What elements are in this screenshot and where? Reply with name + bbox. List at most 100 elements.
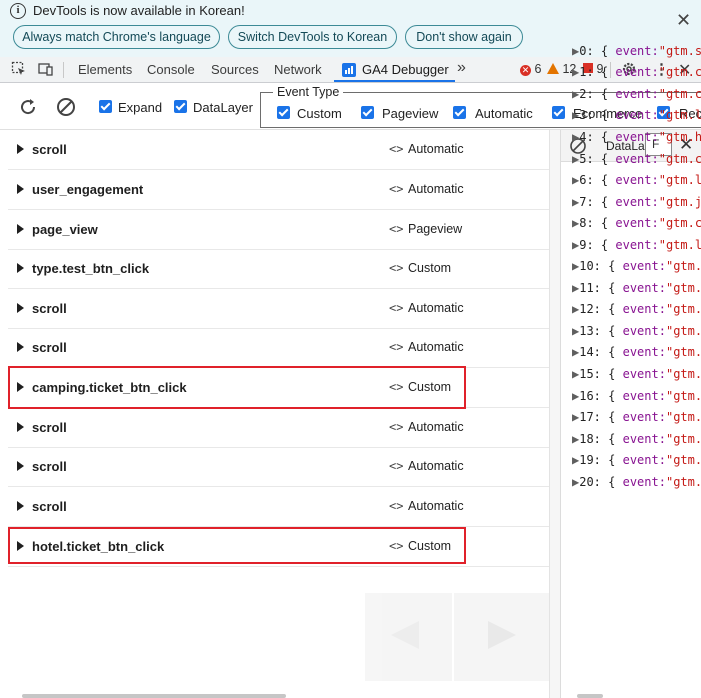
pageview-checkbox[interactable]	[361, 106, 374, 119]
entry-key: event:	[615, 108, 659, 122]
datalayer-entry[interactable]: ▶0: { event:"gtm.s	[572, 44, 701, 58]
entry-value: "gtm.c	[658, 152, 701, 166]
datalayer-entry[interactable]: ▶20: { event:"gtm.	[572, 475, 701, 489]
datalayer-entry[interactable]: ▶5: { event:"gtm.c	[572, 152, 701, 166]
tab-sources[interactable]: Sources	[211, 62, 259, 77]
event-row[interactable]: scroll <> Automatic	[8, 130, 549, 170]
code-icon[interactable]: <>	[389, 261, 403, 275]
ecommerce-checkbox[interactable]	[552, 106, 565, 119]
datalayer-entry[interactable]: ▶18: { event:"gtm.	[572, 432, 701, 446]
entry-value: "gtm.s	[658, 44, 701, 58]
datalayer-hscrollbar[interactable]	[577, 694, 603, 698]
code-icon[interactable]: <>	[389, 459, 403, 473]
datalayer-entry[interactable]: ▶14: { event:"gtm.	[572, 345, 701, 359]
next-arrow-icon	[488, 621, 516, 649]
datalayer-checkbox[interactable]	[174, 100, 187, 113]
event-row[interactable]: page_view <> Pageview	[8, 210, 549, 250]
event-row[interactable]: scroll <> Automatic	[8, 447, 549, 487]
event-row[interactable]: type.test_btn_click <> Custom	[8, 249, 549, 289]
vertical-scrollbar[interactable]	[549, 130, 560, 698]
datalayer-entry[interactable]: ▶15: { event:"gtm.	[572, 367, 701, 381]
event-name: type.test_btn_click	[32, 261, 150, 276]
entry-index: 12:	[579, 302, 601, 316]
expand-checkbox[interactable]	[99, 100, 112, 113]
datalayer-entry[interactable]: ▶7: { event:"gtm.j	[572, 195, 701, 209]
datalayer-entry[interactable]: ▶2: { event:"gtm.c	[572, 87, 701, 101]
datalayer-entry[interactable]: ▶4: { event:"gtm.h	[572, 130, 701, 144]
entry-index: 6:	[579, 173, 594, 187]
event-row[interactable]: scroll <> Automatic	[8, 328, 549, 368]
code-icon[interactable]: <>	[389, 182, 403, 196]
datalayer-entry[interactable]: ▶10: { event:"gtm.	[572, 259, 701, 273]
event-type-legend: Event Type	[273, 85, 344, 99]
datalayer-entry[interactable]: ▶9: { event:"gtm.l	[572, 238, 701, 252]
warning-icon	[547, 63, 559, 74]
match-language-button[interactable]: Always match Chrome's language	[13, 25, 220, 49]
datalayer-entry[interactable]: ▶8: { event:"gtm.c	[572, 216, 701, 230]
entry-value: "gtm.l	[658, 238, 701, 252]
more-tabs-icon[interactable]: »	[457, 59, 466, 77]
expand-arrow-icon[interactable]	[17, 501, 24, 511]
reload-icon[interactable]	[18, 97, 38, 117]
code-icon[interactable]: <>	[389, 420, 403, 434]
datalayer-entry[interactable]: ▶19: { event:"gtm.	[572, 453, 701, 467]
entry-index: 20:	[579, 475, 601, 489]
tab-ga4-debugger[interactable]: GA4 Debugger	[362, 62, 449, 77]
event-row[interactable]: scroll <> Automatic	[8, 487, 549, 527]
tab-network[interactable]: Network	[274, 62, 322, 77]
entry-index: 2:	[579, 87, 594, 101]
datalayer-entry[interactable]: ▶12: { event:"gtm.	[572, 302, 701, 316]
expand-arrow-icon[interactable]	[17, 422, 24, 432]
event-row[interactable]: scroll <> Automatic	[8, 408, 549, 448]
entry-key: event:	[615, 195, 659, 209]
datalayer-entry[interactable]: ▶1: { event:"gtm.c	[572, 65, 701, 79]
tab-elements[interactable]: Elements	[78, 62, 132, 77]
entry-value: "gtm.	[665, 367, 701, 381]
code-icon[interactable]: <>	[389, 499, 403, 513]
error-count[interactable]: ✕ 6	[520, 62, 541, 76]
code-icon[interactable]: <>	[389, 142, 403, 156]
event-name: user_engagement	[32, 182, 144, 197]
switch-korean-button[interactable]: Switch DevTools to Korean	[228, 25, 397, 49]
device-toolbar-icon[interactable]	[38, 61, 54, 77]
datalayer-entry[interactable]: ▶6: { event:"gtm.l	[572, 173, 701, 187]
code-icon[interactable]: <>	[389, 340, 403, 354]
custom-checkbox[interactable]	[277, 106, 290, 119]
entry-key: event:	[615, 130, 659, 144]
clear-icon[interactable]	[56, 97, 76, 117]
datalayer-entry[interactable]: ▶16: { event:"gtm.	[572, 389, 701, 403]
entry-index: 0:	[579, 44, 594, 58]
expand-arrow-icon[interactable]	[17, 144, 24, 154]
tab-console[interactable]: Console	[147, 62, 195, 77]
dont-show-again-button[interactable]: Don't show again	[405, 25, 523, 49]
infobar-close-icon[interactable]: ✕	[676, 11, 691, 29]
expand-arrow-icon[interactable]	[17, 184, 24, 194]
entry-key: event:	[615, 152, 659, 166]
datalayer-entry[interactable]: ▶13: { event:"gtm.	[572, 324, 701, 338]
expand-arrow-icon[interactable]	[17, 342, 24, 352]
event-row[interactable]: scroll <> Automatic	[8, 289, 549, 329]
entry-key: event:	[622, 302, 666, 316]
inspect-element-icon[interactable]	[11, 61, 27, 77]
code-icon[interactable]: <>	[389, 301, 403, 315]
entry-value: "gtm.	[665, 259, 701, 273]
event-row[interactable]: user_engagement <> Automatic	[8, 170, 549, 210]
datalayer-entry[interactable]: ▶3: { event:"gtm.l	[572, 108, 701, 122]
entry-key: event:	[622, 324, 666, 338]
entry-key: event:	[615, 173, 659, 187]
expand-arrow-icon[interactable]	[17, 224, 24, 234]
entry-key: event:	[622, 345, 666, 359]
expand-arrow-icon[interactable]	[17, 303, 24, 313]
datalayer-entry[interactable]: ▶17: { event:"gtm.	[572, 410, 701, 424]
automatic-checkbox[interactable]	[453, 106, 466, 119]
code-icon[interactable]: <>	[389, 222, 403, 236]
expand-arrow-icon[interactable]	[17, 461, 24, 471]
event-name: scroll	[32, 459, 67, 474]
expand-arrow-icon[interactable]	[17, 263, 24, 273]
horizontal-scrollbar[interactable]	[22, 694, 286, 698]
entry-index: 9:	[579, 238, 594, 252]
infobar-message: DevTools is now available in Korean!	[33, 3, 245, 18]
custom-label: Custom	[297, 106, 342, 121]
entry-index: 13:	[579, 324, 601, 338]
datalayer-entry[interactable]: ▶11: { event:"gtm.	[572, 281, 701, 295]
